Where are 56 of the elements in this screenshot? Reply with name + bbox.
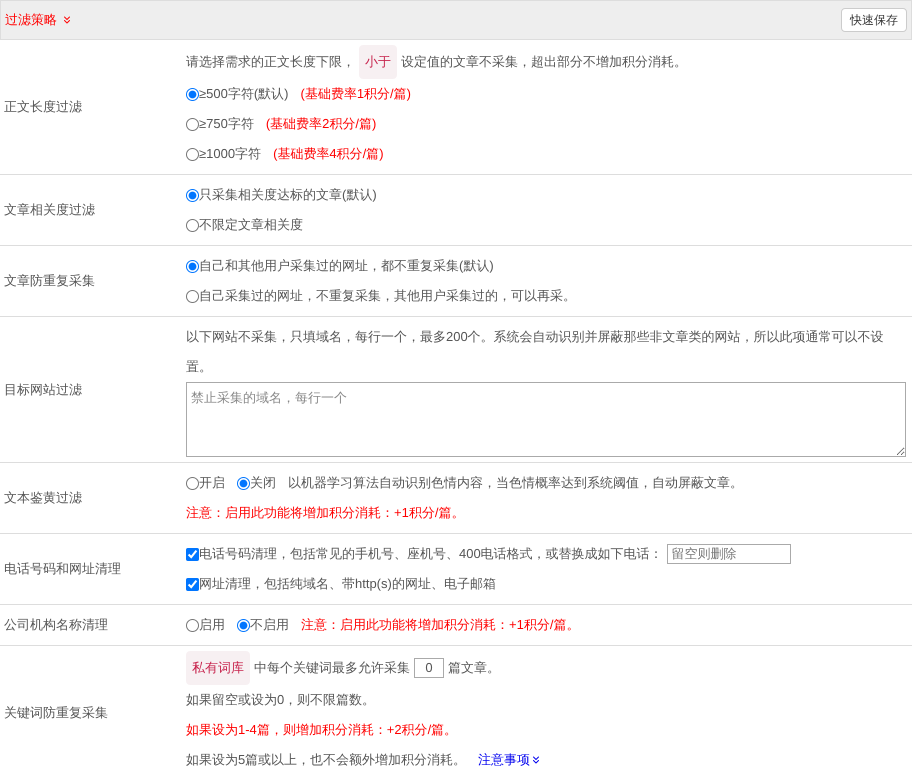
count-input-field[interactable]: 0 — [414, 658, 444, 678]
warning-text: (基础费率2积分/篇) — [266, 115, 376, 133]
radio-button[interactable] — [186, 118, 199, 130]
checkbox[interactable] — [186, 548, 199, 560]
row-label: 电话号码和网址清理 — [4, 560, 121, 578]
radio-button[interactable] — [186, 88, 199, 100]
checkbox-option[interactable]: 网址清理，包括纯域名、带http(s)的网址、电子邮箱 — [186, 569, 496, 599]
warning-text: 如果设为1-4篇，则增加积分消耗：+2积分/篇。 — [186, 721, 458, 739]
radio-button[interactable] — [186, 476, 199, 490]
radio-button[interactable] — [237, 618, 250, 632]
row-label: 关键词防重复采集 — [4, 704, 108, 722]
keyword-tag: 小于 — [359, 45, 397, 79]
radio-button[interactable] — [186, 188, 199, 202]
radio-button[interactable] — [186, 218, 199, 232]
radio-option[interactable]: ≥1000字符 — [186, 139, 262, 169]
warning-text: 注意：启用此功能将增加积分消耗：+1积分/篇。 — [186, 504, 464, 522]
radio-option[interactable]: ≥500字符(默认) — [186, 79, 288, 109]
row-label: 正文长度过滤 — [4, 98, 82, 116]
radio-option[interactable]: 只采集相关度达标的文章(默认) — [186, 180, 377, 210]
radio-button[interactable] — [186, 148, 199, 160]
row-label: 文本鉴黄过滤 — [4, 489, 82, 508]
description-text: 设定值的文章不采集，超出部分不增加积分消耗。 — [401, 53, 687, 71]
description-text: 如果设为5篇或以上，也不会额外增加积分消耗。 — [186, 751, 466, 768]
radio-option[interactable]: 不限定文章相关度 — [186, 210, 303, 240]
radio-option[interactable]: 自己采集过的网址，不重复采集，其他用户采集过的，可以再采。 — [186, 281, 576, 311]
keyword-tag: 私有词库 — [186, 651, 250, 685]
domain-textarea[interactable]: 禁止采集的域名，每行一个 — [186, 382, 906, 457]
checkbox[interactable] — [186, 578, 199, 590]
checkbox-option[interactable]: 电话号码清理，包括常见的手机号、座机号、400电话格式，或替换成如下电话： — [186, 539, 663, 569]
notes-link[interactable]: 注意事项 — [478, 745, 542, 768]
warning-text: 注意：启用此功能将增加积分消耗：+1积分/篇。 — [301, 616, 580, 634]
radio-option[interactable]: 启用 — [186, 610, 225, 640]
description-text: 中每个关键词最多允许采集 — [254, 659, 410, 677]
row-label: 文章相关度过滤 — [4, 201, 95, 220]
warning-text: (基础费率4积分/篇) — [273, 145, 384, 163]
radio-button[interactable] — [186, 260, 199, 272]
chevron-icon — [61, 14, 73, 26]
radio-option[interactable]: ≥750字符 — [186, 109, 254, 139]
row-label: 公司机构名称清理 — [4, 616, 108, 634]
description-text: 篇文章。 — [448, 659, 500, 677]
row-label: 目标网站过滤 — [4, 380, 82, 399]
radio-button[interactable] — [186, 618, 199, 632]
phone-input-field[interactable]: 留空则删除 — [666, 544, 791, 564]
warning-text: (基础费率1积分/篇) — [300, 85, 411, 103]
radio-option[interactable]: 自己和其他用户采集过的网址，都不重复采集(默认) — [186, 251, 494, 281]
radio-option[interactable]: 开启 — [186, 468, 225, 498]
radio-button[interactable] — [237, 476, 250, 490]
radio-option[interactable]: 不启用 — [237, 610, 289, 640]
row-label: 文章防重复采集 — [4, 272, 95, 290]
description-text: 请选择需求的正文长度下限， — [186, 53, 355, 71]
description-text: 以下网站不采集，只填域名，每行一个，最多200个。系统会自动识别并屏蔽那些非文章类的网站，所以此项通常可以不设置。 — [186, 328, 885, 376]
description-text: 以机器学习算法自动识别色情内容，当色情概率达到系统阈值，自动屏蔽文章。 — [288, 474, 743, 492]
radio-option[interactable]: 关闭 — [237, 468, 276, 498]
description-text: 如果留空或设为0，则不限篇数。 — [186, 691, 376, 709]
radio-button[interactable] — [186, 290, 199, 302]
save-button[interactable]: 快速保存 — [841, 8, 907, 32]
